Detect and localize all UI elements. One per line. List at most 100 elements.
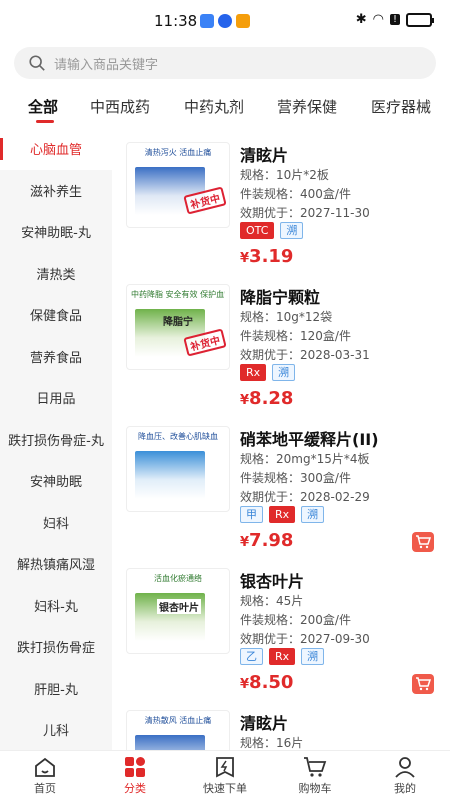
box-label: 银杏叶片: [157, 599, 201, 614]
search-bar[interactable]: 请输入商品关键字: [14, 47, 436, 79]
product-image[interactable]: 降血压、改善心肌缺血: [126, 426, 230, 512]
rx-badge: Rx: [269, 648, 296, 665]
product-card[interactable]: 活血化瘀通络 银杏叶片 银杏叶片 规格：45片 件装规格：200盒/件 效期优于…: [112, 554, 450, 696]
wifi-icon: ◠: [372, 12, 384, 27]
search-icon: [29, 55, 45, 71]
price-value: 7.98: [249, 530, 294, 551]
home-icon: [35, 757, 55, 777]
add-to-cart-button[interactable]: [412, 674, 434, 694]
nav-category[interactable]: 分类: [90, 751, 180, 800]
notification-icons: [200, 14, 250, 28]
currency-symbol: ¥: [240, 535, 250, 550]
product-price: ¥8.50: [240, 672, 293, 693]
sidebar-item-cardio[interactable]: 心脑血管: [0, 128, 112, 170]
tab-all[interactable]: 全部: [28, 96, 58, 117]
status-bar: 11:38 ✱ ◠ !: [0, 0, 450, 44]
product-list: 清热泻火 活血止痛 补货中 清眩片 规格：10片*2板 件装规格：400盒/件 …: [112, 128, 450, 750]
box-slogan: 清热泻火 活血止痛: [144, 148, 212, 157]
product-name[interactable]: 硝苯地平缓释片(II): [240, 426, 379, 450]
nav-home-label: 首页: [34, 781, 56, 795]
product-card[interactable]: 降血压、改善心肌缺血 硝苯地平缓释片(II) 规格：20mg*15片*4板 件装…: [112, 412, 450, 554]
sidebar-item[interactable]: 安神助眠: [0, 460, 112, 502]
category-tabs: 全部 中西成药 中药丸剂 营养保健 医疗器械: [0, 92, 450, 126]
nav-quick-order-label: 快速下单: [203, 781, 247, 795]
battery-icon: [406, 12, 434, 27]
cart-icon: [416, 677, 431, 691]
product-name[interactable]: 降脂宁颗粒: [240, 284, 320, 308]
tab-western-chinese-medicine[interactable]: 中西成药: [90, 96, 150, 117]
add-to-cart-button[interactable]: [412, 532, 434, 552]
app-notification-icon: [236, 14, 250, 28]
sidebar-item[interactable]: 滋补养生: [0, 170, 112, 212]
category-icon: [125, 756, 145, 777]
box-slogan: 降血压、改善心肌缺血: [138, 432, 218, 441]
bottom-nav: 首页 分类 快速下单 购物车 我的: [0, 750, 450, 800]
box-slogan: 中药降脂 安全有效 保护血管: [131, 290, 225, 299]
product-tags: Rx 溯: [240, 364, 296, 381]
box-label: 降脂宁: [163, 317, 193, 328]
product-price: ¥8.28: [240, 388, 293, 409]
product-price: ¥7.98: [240, 530, 293, 551]
tab-tcm-pills[interactable]: 中药丸剂: [184, 96, 244, 117]
price-value: 3.19: [249, 246, 294, 267]
currency-symbol: ¥: [240, 393, 250, 408]
status-time: 11:38: [154, 12, 198, 30]
category-sidebar: 心脑血管 滋补养生 安神助眠-丸 清热类 保健食品 营养食品 日用品 跌打损伤骨…: [0, 128, 112, 750]
product-pack: 件装规格：400盒/件: [240, 187, 351, 201]
product-image[interactable]: 中药降脂 安全有效 保护血管 降脂宁 补货中: [126, 284, 230, 370]
otc-badge: OTC: [240, 222, 275, 239]
price-value: 8.28: [249, 388, 294, 409]
currency-symbol: ¥: [240, 251, 250, 266]
search-input[interactable]: 请输入商品关键字: [54, 54, 158, 73]
insurance-b-badge: 乙: [240, 648, 263, 665]
product-card[interactable]: 清热泻火 活血止痛 补货中 清眩片 规格：10片*2板 件装规格：400盒/件 …: [112, 128, 450, 270]
product-expiry: 效期优于：2028-03-31: [240, 348, 370, 362]
sidebar-item[interactable]: 营养食品: [0, 336, 112, 378]
product-pack: 件装规格：200盒/件: [240, 613, 351, 627]
nav-home[interactable]: 首页: [0, 751, 90, 800]
trace-badge: 溯: [301, 648, 325, 665]
quick-order-icon: [216, 756, 234, 777]
insurance-a-badge: 甲: [240, 506, 263, 523]
currency-symbol: ¥: [240, 677, 250, 692]
sidebar-item[interactable]: 跌打损伤骨症: [0, 626, 112, 668]
trace-badge: 溯: [272, 364, 296, 381]
trace-badge: 溯: [301, 506, 325, 523]
product-expiry: 效期优于：2027-11-30: [240, 206, 370, 220]
cart-icon: [416, 535, 431, 549]
product-spec: 规格：10g*12袋: [240, 310, 333, 324]
sidebar-item[interactable]: 肝胆-丸: [0, 668, 112, 710]
sidebar-item[interactable]: 安神助眠-丸: [0, 211, 112, 253]
product-name[interactable]: 银杏叶片: [240, 568, 304, 592]
sidebar-item[interactable]: 保健食品: [0, 294, 112, 336]
sidebar-item[interactable]: 解热镇痛风湿: [0, 543, 112, 585]
nav-quick-order[interactable]: 快速下单: [180, 751, 270, 800]
sidebar-item[interactable]: 跌打损伤骨症-丸: [0, 419, 112, 461]
box-slogan: 清热散风 活血止痛: [144, 716, 212, 725]
product-image[interactable]: 清热散风 活血止痛: [126, 710, 230, 750]
product-card[interactable]: 清热散风 活血止痛 清眩片 规格：16片: [112, 696, 450, 750]
sidebar-item[interactable]: 日用品: [0, 377, 112, 419]
medicine-box: [135, 451, 205, 499]
nav-profile-label: 我的: [394, 781, 416, 795]
product-name[interactable]: 清眩片: [240, 142, 288, 166]
medicine-box: [135, 735, 205, 750]
nav-cart-label: 购物车: [298, 781, 332, 795]
tab-medical-devices[interactable]: 医疗器械: [371, 96, 431, 117]
nav-profile[interactable]: 我的: [360, 751, 450, 800]
sidebar-item[interactable]: 清热类: [0, 253, 112, 295]
system-icons: ✱ ◠ !: [356, 12, 434, 27]
product-name[interactable]: 清眩片: [240, 710, 288, 734]
product-card[interactable]: 中药降脂 安全有效 保护血管 降脂宁 补货中 降脂宁颗粒 规格：10g*12袋 …: [112, 270, 450, 412]
product-tags: 乙 Rx 溯: [240, 648, 325, 665]
product-image[interactable]: 清热泻火 活血止痛 补货中: [126, 142, 230, 228]
tab-nutrition[interactable]: 营养保健: [277, 96, 337, 117]
product-spec: 规格：16片: [240, 736, 304, 750]
product-image[interactable]: 活血化瘀通络 银杏叶片: [126, 568, 230, 654]
sidebar-item[interactable]: 妇科-丸: [0, 585, 112, 627]
profile-icon: [395, 756, 415, 778]
sidebar-item[interactable]: 儿科: [0, 709, 112, 750]
nav-cart[interactable]: 购物车: [270, 751, 360, 800]
sidebar-item[interactable]: 妇科: [0, 502, 112, 544]
price-value: 8.50: [249, 672, 294, 693]
